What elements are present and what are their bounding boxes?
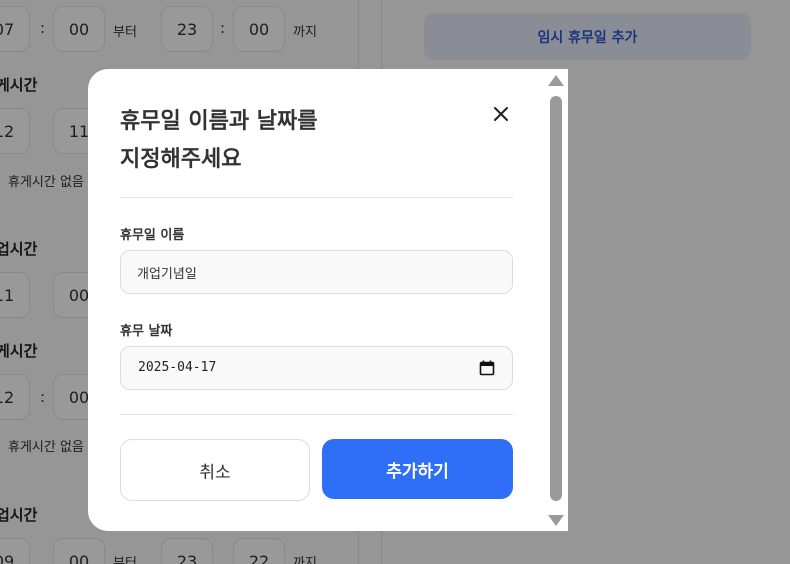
modal-divider — [120, 414, 513, 415]
add-holiday-submit-button[interactable]: 추가하기 — [322, 439, 513, 499]
holiday-name-input[interactable] — [137, 251, 477, 293]
modal-title-line1: 휴무일 이름과 날짜를 — [120, 109, 318, 134]
modal-divider — [120, 197, 513, 198]
close-icon — [494, 107, 508, 121]
modal-scrollbar[interactable] — [544, 69, 568, 531]
scroll-down-arrow-icon[interactable] — [548, 515, 564, 526]
holiday-date-value: 2025-04-17 — [138, 360, 217, 375]
cancel-button[interactable]: 취소 — [120, 439, 310, 501]
holiday-name-field[interactable] — [120, 250, 513, 294]
holiday-name-label: 휴무일 이름 — [120, 228, 185, 243]
scrollbar-thumb[interactable] — [550, 96, 562, 501]
scroll-up-arrow-icon[interactable] — [548, 75, 564, 86]
modal-title: 휴무일 이름과 날짜를 지정해주세요 — [120, 103, 440, 179]
add-holiday-modal: 휴무일 이름과 날짜를 지정해주세요 휴무일 이름 휴무 날짜 2025-04-… — [88, 69, 568, 531]
modal-title-line2: 지정해주세요 — [120, 147, 242, 172]
close-button[interactable] — [490, 103, 512, 125]
holiday-date-field[interactable]: 2025-04-17 — [120, 346, 513, 390]
calendar-icon[interactable] — [479, 360, 495, 376]
holiday-date-label: 휴무 날짜 — [120, 324, 173, 339]
